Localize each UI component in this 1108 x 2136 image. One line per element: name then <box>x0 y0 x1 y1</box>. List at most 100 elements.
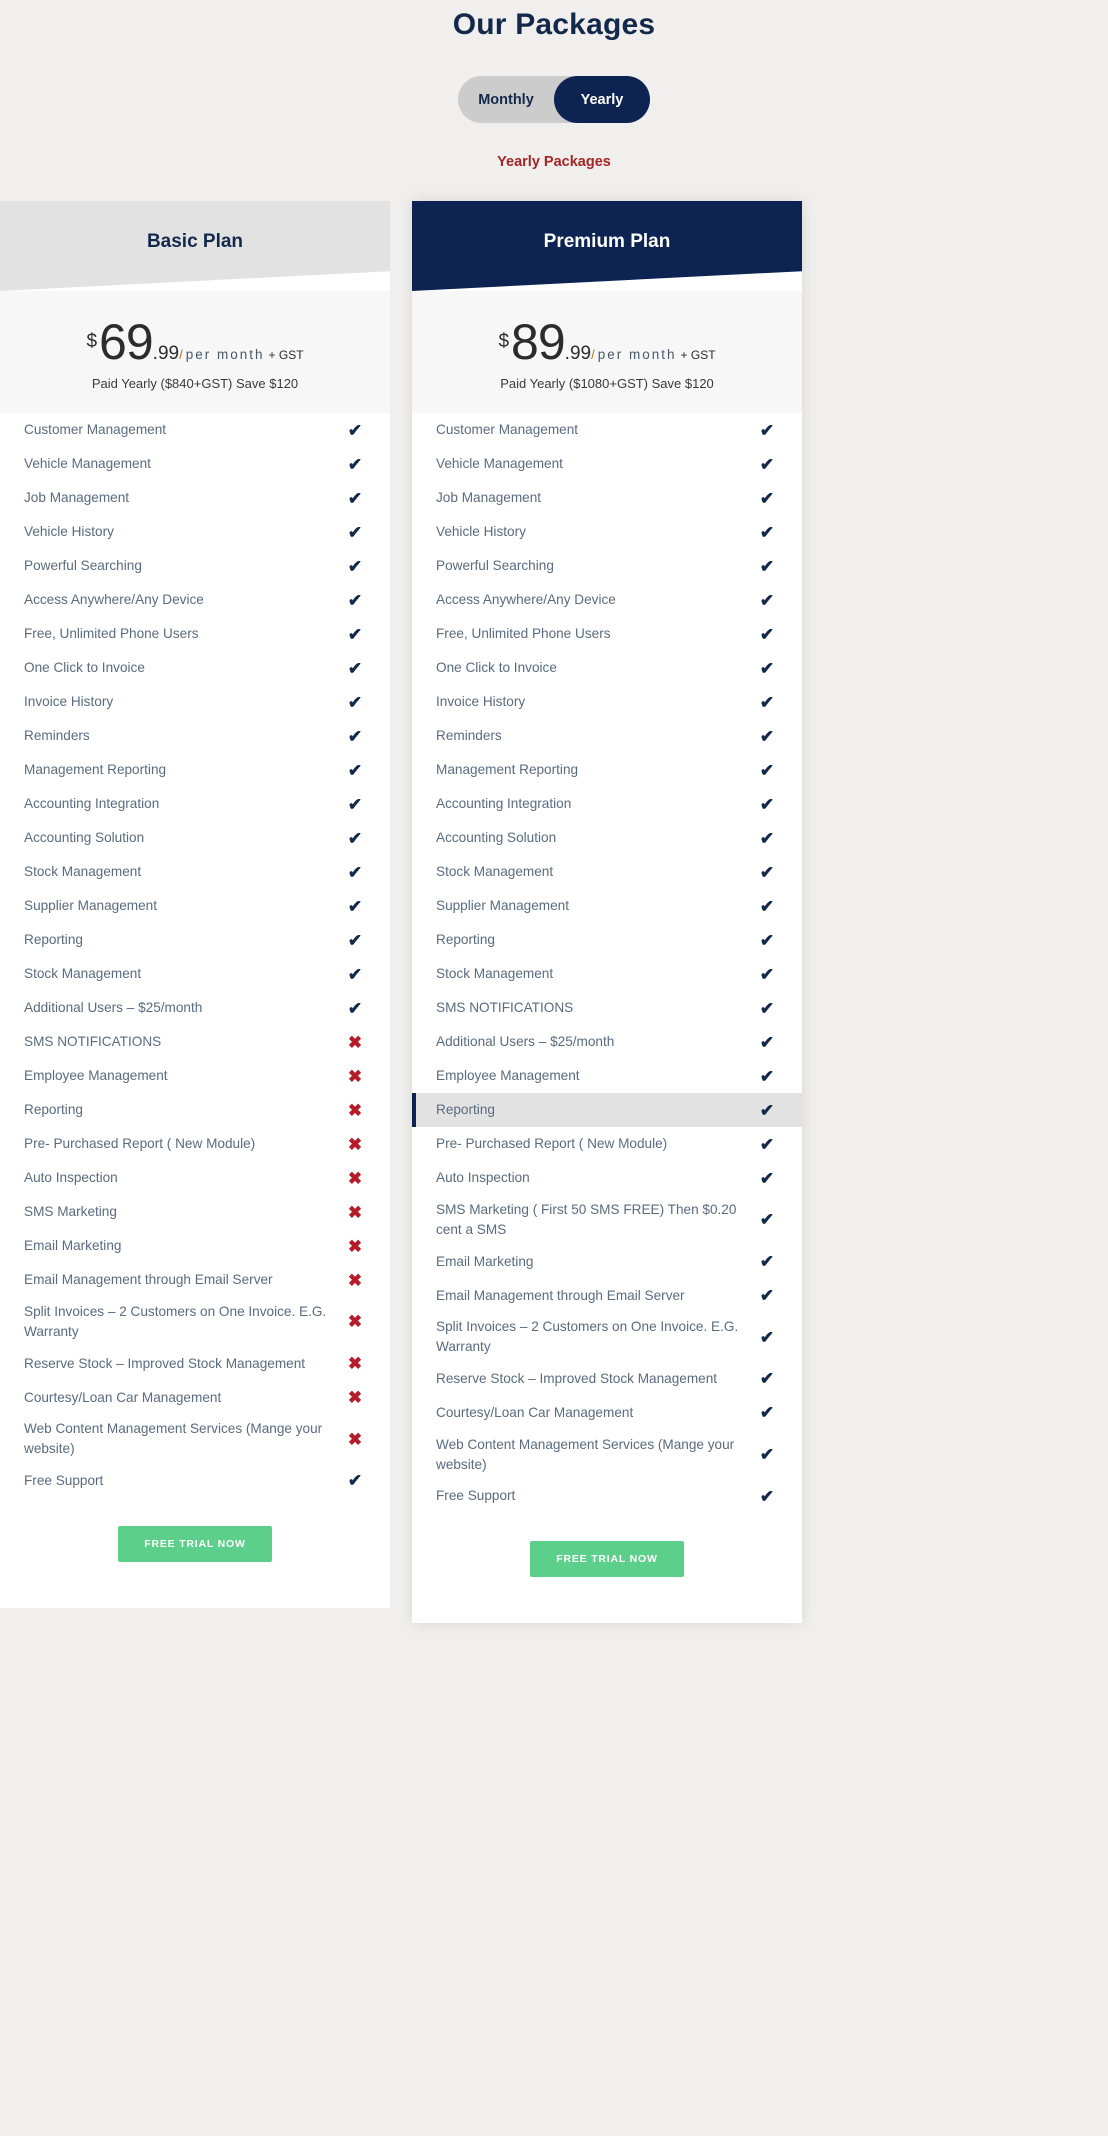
feature-label: Accounting Integration <box>436 796 572 812</box>
packages-subtitle: Yearly Packages <box>497 154 611 170</box>
feature-row: SMS Marketing ( First 50 SMS FREE) Then … <box>412 1195 802 1244</box>
check-icon: ✔ <box>759 420 775 440</box>
feature-label: Reporting <box>436 1102 495 1118</box>
feature-label: Access Anywhere/Any Device <box>436 592 616 608</box>
cross-icon: ✖ <box>347 1168 363 1188</box>
check-icon: ✔ <box>759 1486 775 1506</box>
feature-label: Employee Management <box>436 1068 580 1084</box>
feature-row: Customer Management ✔ <box>0 413 390 447</box>
feature-row: Reporting ✔ <box>412 1093 802 1127</box>
feature-row: Supplier Management ✔ <box>0 889 390 923</box>
check-icon: ✔ <box>759 1369 775 1389</box>
price-amount: 69 <box>99 314 154 370</box>
feature-row: Powerful Searching ✔ <box>0 549 390 583</box>
feature-row: Free, Unlimited Phone Users ✔ <box>412 617 802 651</box>
feature-row: Reserve Stock – Improved Stock Managemen… <box>412 1362 802 1396</box>
feature-label: Reporting <box>436 932 495 948</box>
paid-yearly-note-premium: Paid Yearly ($1080+GST) Save $120 <box>500 376 714 391</box>
check-icon: ✔ <box>347 862 363 882</box>
price-period: per month <box>597 347 677 362</box>
feature-row: Customer Management ✔ <box>412 413 802 447</box>
paid-yearly-note-basic: Paid Yearly ($840+GST) Save $120 <box>91 376 299 391</box>
check-icon: ✔ <box>347 658 363 678</box>
feature-row: Vehicle History ✔ <box>412 515 802 549</box>
check-icon: ✔ <box>759 624 775 644</box>
price-gst: + GST <box>680 348 716 362</box>
check-icon: ✔ <box>759 1403 775 1423</box>
feature-row: SMS NOTIFICATIONS ✔ <box>412 991 802 1025</box>
feature-list-basic: Customer Management ✔ Vehicle Management ✔ J… <box>0 413 390 1498</box>
feature-label: Web Content Management Services (Mange y… <box>24 1421 323 1457</box>
check-icon: ✔ <box>759 930 775 950</box>
feature-row: Courtesy/Loan Car Management ✖ <box>0 1380 390 1414</box>
feature-row: Management Reporting ✔ <box>412 753 802 787</box>
feature-label: Management Reporting <box>436 762 579 778</box>
feature-row: Job Management ✔ <box>412 481 802 515</box>
feature-row: SMS NOTIFICATIONS ✖ <box>0 1025 390 1059</box>
feature-label: Stock Management <box>24 864 142 880</box>
feature-label: Vehicle History <box>24 524 114 540</box>
feature-row: Invoice History ✔ <box>412 685 802 719</box>
feature-label: Customer Management <box>436 422 579 438</box>
check-icon: ✔ <box>759 1445 775 1465</box>
feature-row: Accounting Solution ✔ <box>0 821 390 855</box>
plan-card-premium: Premium Plan $ 89 .99 / per month + GST … <box>412 201 802 1624</box>
check-icon: ✔ <box>347 692 363 712</box>
feature-label: Free Support <box>24 1472 104 1488</box>
check-icon: ✔ <box>759 828 775 848</box>
feature-label: Reserve Stock – Improved Stock Managemen… <box>436 1370 718 1386</box>
feature-label: Split Invoices – 2 Customers on One Invo… <box>436 1319 739 1355</box>
check-icon: ✔ <box>347 726 363 746</box>
feature-label: Email Management through Email Server <box>24 1272 273 1288</box>
feature-row: Free Support ✔ <box>0 1464 390 1498</box>
feature-row: Vehicle Management ✔ <box>0 447 390 481</box>
feature-row: Powerful Searching ✔ <box>412 549 802 583</box>
feature-label: Additional Users – $25/month <box>24 1000 203 1016</box>
cross-icon: ✖ <box>347 1387 363 1407</box>
feature-row: Reporting ✔ <box>0 923 390 957</box>
feature-row: Access Anywhere/Any Device ✔ <box>0 583 390 617</box>
feature-row: Vehicle History ✔ <box>0 515 390 549</box>
check-icon: ✔ <box>759 1100 775 1120</box>
feature-label: Courtesy/Loan Car Management <box>436 1404 634 1420</box>
plan-banner-basic: Basic Plan <box>0 201 390 291</box>
page-title: Our Packages <box>452 8 656 41</box>
check-icon: ✔ <box>759 998 775 1018</box>
cross-icon: ✖ <box>347 1429 363 1449</box>
check-icon: ✔ <box>759 794 775 814</box>
feature-row: Access Anywhere/Any Device ✔ <box>412 583 802 617</box>
feature-label: SMS Marketing <box>24 1204 117 1220</box>
check-icon: ✔ <box>347 420 363 440</box>
feature-label: Reminders <box>436 728 502 744</box>
feature-row: SMS Marketing ✖ <box>0 1195 390 1229</box>
feature-label: Customer Management <box>24 422 167 438</box>
free-trial-button-basic[interactable]: FREE TRIAL NOW <box>118 1525 272 1562</box>
feature-label: One Click to Invoice <box>436 660 557 676</box>
feature-label: SMS Marketing ( First 50 SMS FREE) Then … <box>436 1202 737 1237</box>
feature-row: Email Marketing ✔ <box>412 1244 802 1278</box>
feature-label: Email Management through Email Server <box>436 1287 685 1303</box>
feature-row: Reporting ✖ <box>0 1093 390 1127</box>
feature-row: Stock Management ✔ <box>0 855 390 889</box>
feature-row: Accounting Integration ✔ <box>412 787 802 821</box>
toggle-option-yearly[interactable]: Yearly <box>554 76 650 123</box>
check-icon: ✔ <box>347 964 363 984</box>
price-gst: + GST <box>268 348 304 362</box>
feature-label: Supplier Management <box>24 898 157 914</box>
feature-row: Reserve Stock – Improved Stock Managemen… <box>0 1346 390 1380</box>
feature-label: Pre- Purchased Report ( New Module) <box>24 1136 256 1152</box>
toggle-option-monthly[interactable]: Monthly <box>458 76 554 123</box>
feature-label: Powerful Searching <box>436 558 554 574</box>
feature-row: One Click to Invoice ✔ <box>0 651 390 685</box>
free-trial-button-premium[interactable]: FREE TRIAL NOW <box>530 1541 684 1578</box>
check-icon: ✔ <box>759 454 775 474</box>
plan-banner-premium: Premium Plan <box>412 201 802 291</box>
billing-period-toggle[interactable]: Monthly Yearly <box>458 76 650 123</box>
feature-label: Accounting Solution <box>436 830 557 846</box>
feature-row: Auto Inspection ✖ <box>0 1161 390 1195</box>
feature-label: Pre- Purchased Report ( New Module) <box>436 1136 668 1152</box>
check-icon: ✔ <box>759 1168 775 1188</box>
cta-wrap-basic: FREE TRIAL NOW <box>0 1497 390 1608</box>
check-icon: ✔ <box>347 930 363 950</box>
feature-row: Email Management through Email Server ✖ <box>0 1263 390 1297</box>
